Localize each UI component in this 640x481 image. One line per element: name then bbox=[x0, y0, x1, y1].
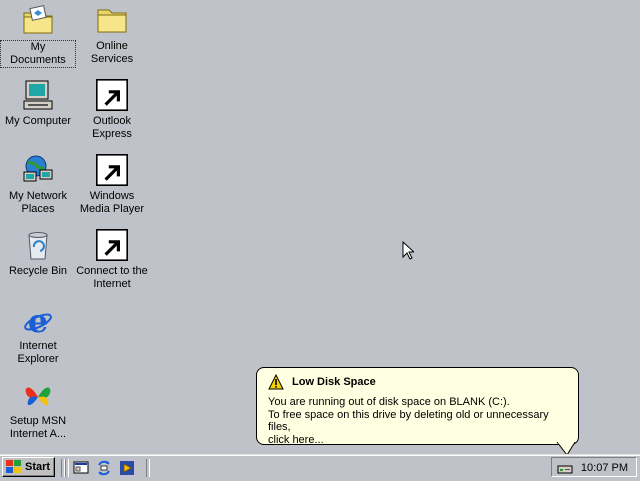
tray-clock[interactable]: 10:07 PM bbox=[581, 462, 628, 474]
quicklaunch-outlook-express[interactable] bbox=[96, 460, 112, 476]
msn-butterfly-icon bbox=[22, 379, 54, 411]
hard-drive-tray-icon[interactable] bbox=[557, 461, 573, 475]
quicklaunch-media-player[interactable] bbox=[119, 460, 135, 476]
desktop-icon-setup-msn[interactable]: Setup MSN Internet A... bbox=[0, 379, 76, 441]
desktop-icon-label: My Network Places bbox=[8, 190, 68, 215]
start-label: Start bbox=[25, 461, 51, 473]
media-player-icon bbox=[120, 461, 134, 475]
network-places-icon bbox=[22, 154, 54, 186]
folder-icon bbox=[96, 4, 128, 36]
internet-explorer-icon: e bbox=[22, 304, 54, 336]
windows-logo-icon bbox=[6, 460, 21, 473]
connect-internet-icon bbox=[96, 229, 128, 261]
desktop-icon-my-computer[interactable]: My Computer bbox=[0, 79, 76, 128]
recycle-bin-icon bbox=[22, 229, 54, 261]
desktop-icon-my-network-places[interactable]: My Network Places bbox=[0, 154, 76, 216]
outlook-express-icon bbox=[98, 460, 110, 476]
shortcut-arrow-icon bbox=[96, 229, 128, 261]
desktop-icon-connect-to-internet[interactable]: Connect to the Internet bbox=[74, 229, 150, 291]
my-documents-icon bbox=[22, 4, 54, 36]
start-button[interactable]: Start bbox=[2, 457, 55, 477]
taskbar: Start 10:07 PM bbox=[0, 454, 640, 481]
desktop-icon-label: Setup MSN Internet A... bbox=[9, 415, 67, 440]
media-player-icon bbox=[96, 154, 128, 186]
desktop-icon-outlook-express[interactable]: Outlook Express bbox=[74, 79, 150, 141]
desktop[interactable]: My Documents My Computer My Network Plac… bbox=[0, 0, 640, 456]
show-desktop-icon bbox=[73, 461, 89, 474]
desktop-icon-label: My Documents bbox=[0, 40, 76, 68]
balloon-link[interactable]: click here... bbox=[268, 434, 573, 447]
desktop-icon-recycle-bin[interactable]: Recycle Bin bbox=[0, 229, 76, 278]
taskbar-separator bbox=[146, 459, 150, 477]
desktop-icon-label: Windows Media Player bbox=[79, 190, 145, 215]
desktop-icon-label: Online Services bbox=[90, 40, 134, 65]
balloon-line: You are running out of disk space on BLA… bbox=[268, 396, 510, 408]
desktop-icon-my-documents[interactable]: My Documents bbox=[0, 4, 76, 68]
desktop-icon-windows-media-player[interactable]: Windows Media Player bbox=[74, 154, 150, 216]
taskbar-separator bbox=[65, 459, 69, 477]
outlook-express-icon bbox=[96, 79, 128, 111]
desktop-icon-label: Recycle Bin bbox=[8, 265, 68, 277]
shortcut-arrow-icon bbox=[96, 154, 128, 186]
shortcut-arrow-icon bbox=[96, 79, 128, 111]
quicklaunch-show-desktop[interactable] bbox=[73, 460, 89, 476]
desktop-icon-label: Internet Explorer bbox=[17, 340, 59, 365]
balloon-line: To free space on this drive by deleting … bbox=[268, 408, 549, 434]
desktop-icon-label: Outlook Express bbox=[92, 115, 132, 140]
desktop-icon-online-services[interactable]: Online Services bbox=[74, 4, 150, 66]
balloon-message[interactable]: You are running out of disk space on BLA… bbox=[268, 396, 573, 446]
desktop-icon-label: My Computer bbox=[4, 115, 72, 127]
balloon-title: Low Disk Space bbox=[292, 376, 376, 388]
system-tray: 10:07 PM bbox=[551, 457, 637, 477]
low-disk-space-balloon[interactable]: Low Disk Space You are running out of di… bbox=[256, 367, 579, 446]
mouse-cursor-icon bbox=[402, 241, 414, 260]
warning-icon bbox=[268, 374, 284, 390]
my-computer-icon bbox=[22, 79, 54, 111]
desktop-icon-internet-explorer[interactable]: e Internet Explorer bbox=[0, 304, 76, 366]
desktop-icon-label: Connect to the Internet bbox=[76, 265, 148, 290]
